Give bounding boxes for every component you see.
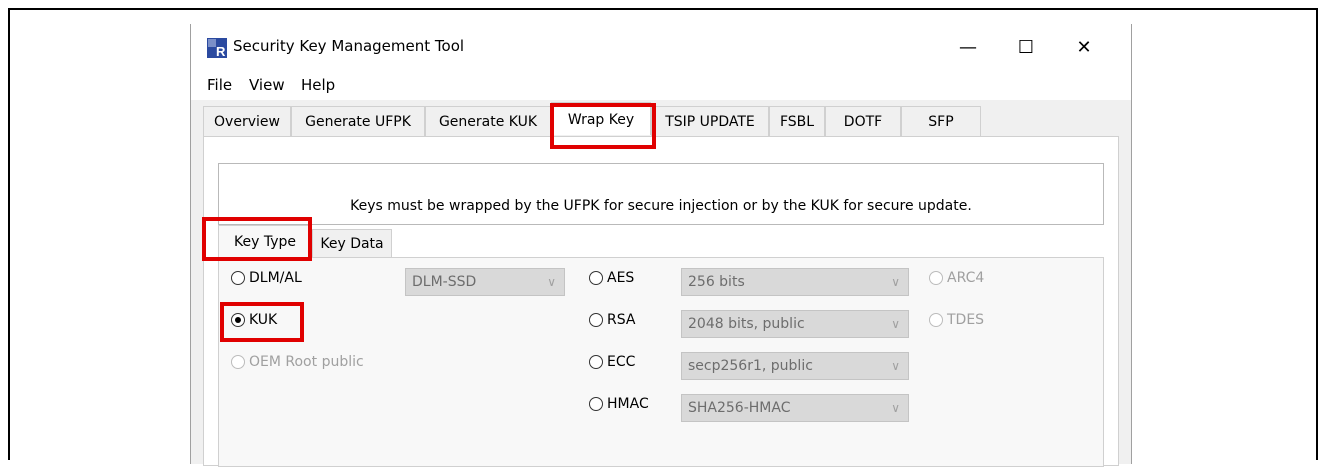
ecc-select-value: secp256r1, public: [688, 358, 813, 374]
radio-arc4[interactable]: ARC4: [929, 270, 984, 286]
radio-tdes[interactable]: TDES: [929, 312, 984, 328]
radio-oem-root[interactable]: OEM Root public: [231, 354, 364, 370]
radio-dlm-al[interactable]: DLM/AL: [231, 270, 302, 286]
close-button[interactable]: ✕: [1061, 28, 1107, 68]
aes-select[interactable]: 256 bits ∨: [681, 268, 909, 296]
hmac-select[interactable]: SHA256-HMAC ∨: [681, 394, 909, 422]
renesas-r-icon: R: [207, 38, 227, 58]
rsa-select-value: 2048 bits, public: [688, 316, 805, 332]
hint-text: Keys must be wrapped by the UFPK for sec…: [350, 198, 972, 214]
radio-oem-root-label: OEM Root public: [249, 354, 364, 370]
tab-key-type[interactable]: Key Type: [218, 225, 312, 257]
radio-arc4-label: ARC4: [947, 270, 985, 286]
radio-aes[interactable]: AES: [589, 270, 634, 286]
radio-circle-icon: [589, 313, 603, 327]
tab-dotf[interactable]: DOTF: [825, 106, 901, 136]
minimize-button[interactable]: —: [945, 28, 991, 68]
app-window: R Security Key Management Tool — ☐ ✕ Fil…: [190, 24, 1132, 467]
tab-fsbl[interactable]: FSBL: [769, 106, 825, 136]
tab-wrap-key[interactable]: Wrap Key: [551, 102, 651, 135]
radio-aes-label: AES: [607, 270, 635, 286]
menu-view[interactable]: View: [249, 76, 285, 94]
tab-sfp[interactable]: SFP: [901, 106, 981, 136]
dlm-select-value: DLM-SSD: [412, 274, 477, 290]
radio-circle-icon: [589, 397, 603, 411]
tab-tsip-update[interactable]: TSIP UPDATE: [651, 106, 769, 136]
tab-key-data[interactable]: Key Data: [312, 229, 392, 257]
radio-circle-icon: [589, 271, 603, 285]
chevron-down-icon: ∨: [891, 275, 900, 289]
key-type-panel: DLM/AL DLM-SSD ∨ KUK OEM Root public AES…: [218, 257, 1104, 467]
radio-selected-icon: [231, 313, 245, 327]
dlm-select[interactable]: DLM-SSD ∨: [405, 268, 565, 296]
menu-help[interactable]: Help: [301, 76, 335, 94]
chevron-down-icon: ∨: [891, 401, 900, 415]
radio-ecc-label: ECC: [607, 354, 636, 370]
radio-ecc[interactable]: ECC: [589, 354, 635, 370]
radio-kuk[interactable]: KUK: [231, 312, 277, 328]
menu-file[interactable]: File: [207, 76, 232, 94]
title-bar: R Security Key Management Tool — ☐ ✕: [191, 24, 1131, 72]
radio-circle-icon: [929, 271, 943, 285]
svg-text:R: R: [216, 44, 226, 58]
tab-overview[interactable]: Overview: [203, 106, 291, 136]
radio-dlm-al-label: DLM/AL: [249, 270, 302, 286]
radio-hmac[interactable]: HMAC: [589, 396, 649, 412]
radio-hmac-label: HMAC: [607, 396, 649, 412]
hint-box: Keys must be wrapped by the UFPK for sec…: [218, 163, 1104, 225]
chevron-down-icon: ∨: [891, 359, 900, 373]
hmac-select-value: SHA256-HMAC: [688, 400, 791, 416]
tab-generate-kuk[interactable]: Generate KUK: [425, 106, 551, 136]
ecc-select[interactable]: secp256r1, public ∨: [681, 352, 909, 380]
menu-bar: File View Help: [191, 72, 1131, 100]
tab-generate-ufpk[interactable]: Generate UFPK: [291, 106, 425, 136]
radio-circle-icon: [231, 271, 245, 285]
rsa-select[interactable]: 2048 bits, public ∨: [681, 310, 909, 338]
radio-circle-icon: [589, 355, 603, 369]
wrap-key-panel: Keys must be wrapped by the UFPK for sec…: [203, 136, 1119, 467]
aes-select-value: 256 bits: [688, 274, 745, 290]
chevron-down-icon: ∨: [547, 275, 556, 289]
radio-tdes-label: TDES: [947, 312, 985, 328]
radio-circle-icon: [929, 313, 943, 327]
window-title: Security Key Management Tool: [233, 37, 465, 55]
radio-circle-icon: [231, 355, 245, 369]
radio-rsa-label: RSA: [607, 312, 636, 328]
radio-rsa[interactable]: RSA: [589, 312, 635, 328]
radio-kuk-label: KUK: [249, 312, 278, 328]
maximize-button[interactable]: ☐: [1003, 28, 1049, 68]
chevron-down-icon: ∨: [891, 317, 900, 331]
